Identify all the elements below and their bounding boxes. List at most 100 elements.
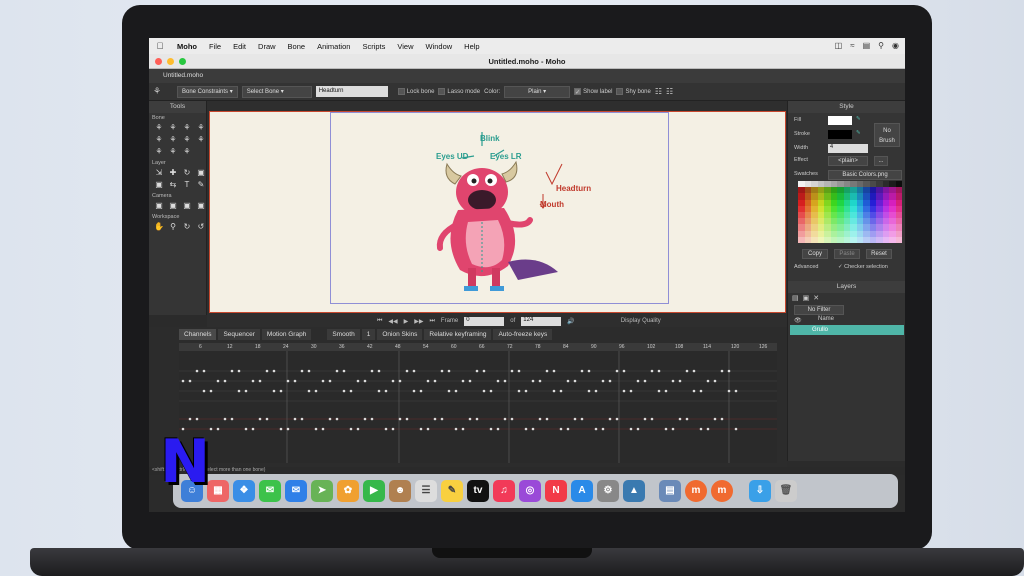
copy-button[interactable]: Copy: [802, 249, 828, 259]
stroke-swatch[interactable]: [828, 130, 852, 139]
stroke-eyedropper-icon[interactable]: ✎: [856, 130, 861, 136]
show-label-checkbox[interactable]: ✓ Show label: [574, 87, 612, 96]
auto-freeze-keys-toggle[interactable]: Auto-freeze keys: [493, 329, 553, 340]
reminders-icon[interactable]: ☰: [415, 480, 437, 502]
effect-dropdown[interactable]: <plain>: [828, 156, 868, 166]
swatch-grid[interactable]: [798, 181, 902, 243]
stroke-row[interactable]: Stroke: [794, 131, 810, 137]
swatch-cell[interactable]: [895, 236, 902, 243]
facetime-icon[interactable]: ▶: [363, 480, 385, 502]
set-origin-tool-icon[interactable]: ⇲: [153, 168, 165, 178]
preview-icon[interactable]: ▤: [659, 480, 681, 502]
bind-points-tool-icon[interactable]: ⚘: [167, 147, 179, 157]
volume-icon[interactable]: 🔊: [567, 318, 574, 325]
photos-icon[interactable]: ✿: [337, 480, 359, 502]
zoom-window-button[interactable]: [179, 58, 186, 65]
menu-window[interactable]: Window: [419, 42, 458, 51]
pan-hand-tool-icon[interactable]: ✋: [153, 222, 165, 232]
duplicate-layer-icon[interactable]: ▣: [803, 294, 810, 302]
new-layer-icon[interactable]: ▤: [792, 294, 799, 302]
bone-icon-b[interactable]: ☷: [666, 87, 673, 96]
menu-file[interactable]: File: [203, 42, 227, 51]
podcasts-icon[interactable]: ◎: [519, 480, 541, 502]
add-bone-tool-icon[interactable]: ⚘: [153, 135, 165, 145]
tab-motion-graph[interactable]: Motion Graph: [261, 329, 312, 340]
app-store-icon[interactable]: A: [571, 480, 593, 502]
downloads-folder-icon[interactable]: ⇩: [749, 480, 771, 502]
play-button[interactable]: ▶: [404, 318, 409, 325]
pan-camera-tool-icon[interactable]: ▣: [195, 201, 207, 211]
moho-app-icon-2[interactable]: m: [711, 480, 733, 502]
search-icon[interactable]: ⚲: [878, 41, 884, 50]
bone-label-headturn[interactable]: Headturn: [556, 184, 591, 193]
offset-bone-tool-icon[interactable]: ⚘: [181, 147, 193, 157]
moho-app-icon[interactable]: m: [685, 480, 707, 502]
stage[interactable]: Blink Eyes UD Eyes LR Headturn Mouth: [209, 111, 786, 313]
tab-sequencer[interactable]: Sequencer: [218, 329, 260, 340]
display-quality-label[interactable]: Display Quality: [621, 318, 661, 324]
contacts-icon[interactable]: ☻: [389, 480, 411, 502]
rotate-layer-tool-icon[interactable]: ↻: [181, 168, 193, 178]
end-button[interactable]: ⏭: [430, 318, 435, 325]
menu-help[interactable]: Help: [458, 42, 485, 51]
notes-icon[interactable]: ✎: [441, 480, 463, 502]
menu-view[interactable]: View: [391, 42, 419, 51]
bone-constraints-dropdown[interactable]: Bone Constraints ▾: [177, 85, 238, 98]
music-icon[interactable]: ♫: [493, 480, 515, 502]
rotate-bone-tool-icon[interactable]: ⚘: [195, 123, 207, 133]
messages-icon[interactable]: ✉: [259, 480, 281, 502]
layer-filter-dropdown[interactable]: No Filter: [794, 305, 844, 315]
tv-icon[interactable]: tv: [467, 480, 489, 502]
rotate-workspace-tool-icon[interactable]: ↻: [181, 222, 193, 232]
tab-channels[interactable]: Channels: [179, 329, 217, 340]
timeline-keyframe-grid[interactable]: [179, 351, 777, 463]
menu-edit[interactable]: Edit: [227, 42, 252, 51]
width-field[interactable]: 4: [828, 144, 868, 153]
rewind-button[interactable]: ⏮: [377, 318, 382, 325]
effect-options-button[interactable]: ...: [874, 156, 888, 166]
reset-button[interactable]: Reset: [866, 249, 892, 259]
altitude-app-icon[interactable]: ▲: [623, 480, 645, 502]
bone-name-field[interactable]: Headturn: [315, 86, 388, 97]
zoom-camera-tool-icon[interactable]: ▣: [167, 201, 179, 211]
select-bone-dropdown[interactable]: Select Bone ▾: [241, 85, 312, 98]
text-tool-icon[interactable]: T: [181, 180, 193, 190]
eyedropper-tool-icon[interactable]: ✎: [195, 180, 207, 190]
select-bone-tool-icon[interactable]: ⚘: [153, 123, 165, 133]
no-brush-button[interactable]: No Brush: [874, 123, 900, 147]
menu-animation[interactable]: Animation: [311, 42, 356, 51]
bone-label-eyes-lr[interactable]: Eyes LR: [490, 152, 522, 161]
paste-button[interactable]: Paste: [834, 249, 860, 259]
safari-icon[interactable]: ❖: [233, 480, 255, 502]
system-preferences-icon[interactable]: ⚙: [597, 480, 619, 502]
scale-bone-tool-icon[interactable]: ⚘: [181, 123, 193, 133]
siri-icon[interactable]: ◉: [892, 41, 899, 50]
control-center-icon[interactable]: ▤: [863, 41, 871, 50]
fill-row[interactable]: Fill: [794, 117, 801, 123]
scale-layer-tool-icon[interactable]: ▣: [153, 180, 165, 190]
track-camera-tool-icon[interactable]: ▣: [153, 201, 165, 211]
timeline-ruler[interactable]: 6 12 18 24 30 36 42 48 54 60 66 72 78 84 90 96 102 108 114…: [179, 343, 777, 351]
close-window-button[interactable]: [155, 58, 162, 65]
maps-icon[interactable]: ➤: [311, 480, 333, 502]
interpolation-dropdown[interactable]: Smooth: [327, 329, 360, 340]
bone-label-eyes-ud[interactable]: Eyes UD: [436, 152, 468, 161]
step-forward-button[interactable]: ▶▶: [414, 318, 423, 325]
apple-icon[interactable]: : [149, 41, 171, 51]
mail-icon[interactable]: ✉: [285, 480, 307, 502]
lock-bone-checkbox[interactable]: Lock bone: [397, 87, 434, 95]
wifi-icon[interactable]: ≈: [850, 41, 854, 50]
document-tab[interactable]: Untitled.moho: [149, 69, 905, 83]
trash-icon[interactable]: 🗑: [775, 480, 797, 502]
news-icon[interactable]: N: [545, 480, 567, 502]
color-dropdown[interactable]: Plain ▾: [504, 85, 571, 98]
screen-mirror-icon[interactable]: ◫: [835, 41, 843, 50]
bone-label-mouth[interactable]: Mouth: [540, 200, 564, 209]
advanced-checkbox[interactable]: Advanced: [794, 264, 818, 270]
bone-label-blink[interactable]: Blink: [480, 134, 500, 143]
swatches-dropdown[interactable]: Basic Colors.png: [828, 170, 902, 180]
minimize-window-button[interactable]: [167, 58, 174, 65]
layer-tool-icon[interactable]: ▣: [195, 168, 207, 178]
manipulate-bone-tool-icon[interactable]: ⚘: [195, 135, 207, 145]
fill-eyedropper-icon[interactable]: ✎: [856, 116, 861, 122]
